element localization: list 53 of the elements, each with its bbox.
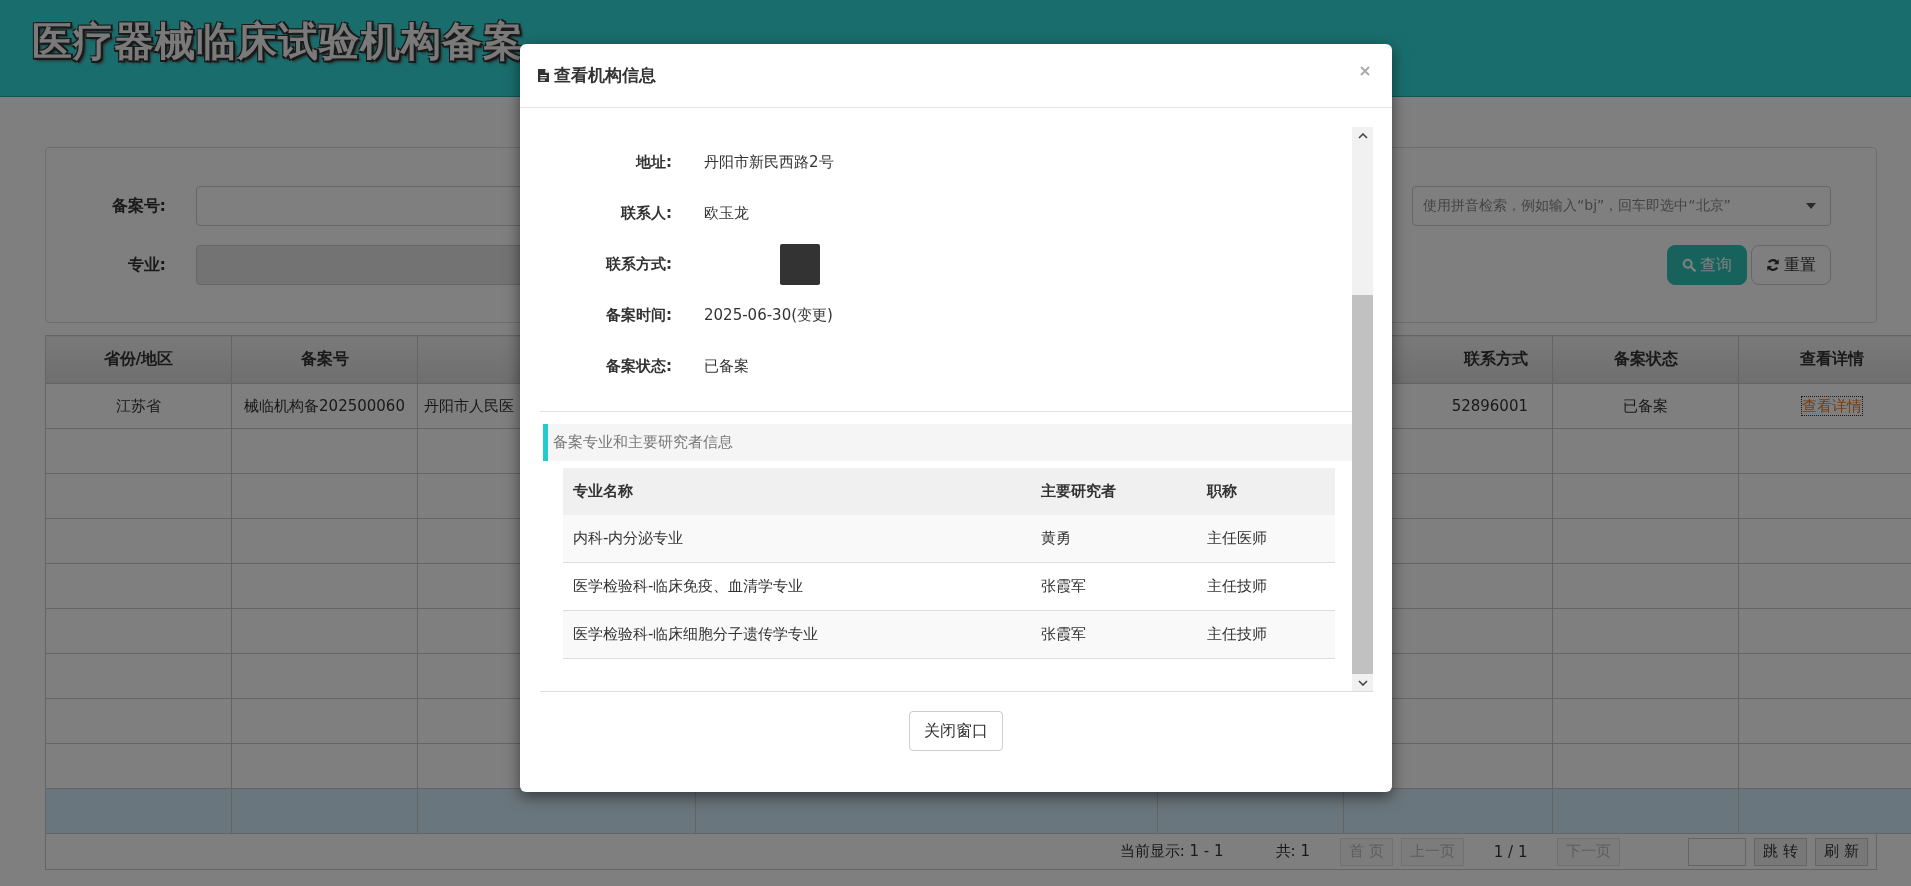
table-cell: 张霞军 <box>1041 577 1086 595</box>
field-label: 备案时间: <box>605 306 673 325</box>
pager-text: 1 / 1 <box>1492 842 1529 861</box>
field-label: 联系方式: <box>605 255 673 274</box>
page-button[interactable]: 跳 转 <box>1754 837 1808 866</box>
pager-text: 共: 1 <box>1274 842 1311 861</box>
table-row[interactable] <box>45 788 1911 834</box>
table-cell: 黄勇 <box>1041 529 1071 547</box>
document-icon <box>538 69 549 82</box>
search-button[interactable]: 查询 <box>1667 245 1747 285</box>
field-label: 专业: <box>126 254 167 276</box>
page-input[interactable] <box>1688 837 1747 866</box>
section-header: 备案专业和主要研究者信息 <box>543 424 1352 461</box>
table-cell: 械临机构备202500060 <box>244 396 405 415</box>
column-header: 主要研究者 <box>1041 482 1116 500</box>
column-header: 专业名称 <box>573 482 633 500</box>
field-label: 备案状态: <box>605 357 673 376</box>
table-cell: 医学检验科-临床细胞分子遗传学专业 <box>573 625 819 643</box>
table-cell: 已备案 <box>1623 396 1668 415</box>
redaction-block <box>780 244 820 285</box>
table-cell: 主任技师 <box>1207 577 1267 595</box>
page-button[interactable]: 刷 新 <box>1815 837 1868 866</box>
field-value: 欧玉龙 <box>704 204 749 223</box>
site-title: 医疗器械临床试验机构备案 <box>32 15 524 66</box>
column-header: 职称 <box>1207 482 1237 500</box>
pager-text: 当前显示: 1 - 1 <box>1118 842 1225 861</box>
field-value: 2025-06-30(变更) <box>704 306 833 325</box>
scrollbar[interactable] <box>1352 127 1373 691</box>
table-cell: 52896001 <box>1451 397 1528 415</box>
refresh-icon <box>1766 258 1780 272</box>
column-header: 备案状态 <box>1613 349 1678 368</box>
field-value: 丹阳市新民西路2号 <box>704 153 834 172</box>
field-value: 已备案 <box>704 357 749 376</box>
modal-title: 查看机构信息 <box>554 64 656 87</box>
table-cell: 丹阳市人民医 <box>424 396 514 415</box>
column-header: 备案号 <box>300 349 349 368</box>
field-label: 地址: <box>634 153 673 172</box>
table-cell: 主任技师 <box>1207 625 1267 643</box>
table-cell: 张霞军 <box>1041 625 1086 643</box>
table-cell: 医学检验科-临床免疫、血清学专业 <box>573 577 804 595</box>
close-window-button[interactable]: 关闭窗口 <box>909 711 1003 751</box>
table-cell: 内科-内分泌专业 <box>573 529 684 547</box>
table-cell: 江苏省 <box>116 396 161 415</box>
reset-button[interactable]: 重置 <box>1751 245 1831 285</box>
column-header: 查看详情 <box>1799 349 1864 368</box>
search-icon <box>1682 258 1696 272</box>
detail-link[interactable]: 查看详情 <box>1801 396 1862 415</box>
column-header: 联系方式 <box>1464 349 1528 368</box>
field-label: 联系人: <box>620 204 673 223</box>
table-cell: 主任医师 <box>1207 529 1267 547</box>
field-label: 备案号: <box>110 195 167 217</box>
caret-icon <box>1806 203 1816 209</box>
column-header: 省份/地区 <box>103 349 174 368</box>
